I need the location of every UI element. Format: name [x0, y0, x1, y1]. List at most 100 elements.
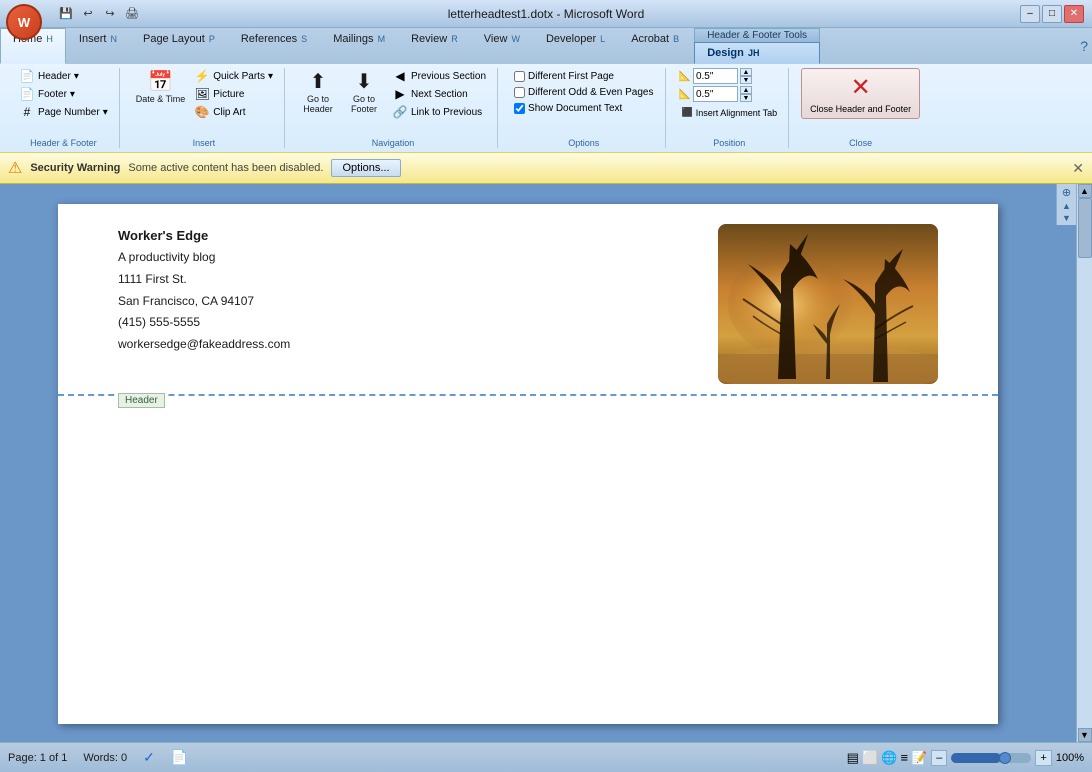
page-number-button[interactable]: # Page Number ▾ [16, 104, 111, 120]
security-options-button[interactable]: Options... [331, 159, 400, 177]
office-button[interactable]: W [6, 4, 42, 40]
tab-page-layout[interactable]: Page Layout P [130, 28, 228, 64]
document-header: Worker's Edge A productivity blog 1111 F… [58, 204, 998, 396]
footer-position-spinner: ▲ ▼ [740, 86, 752, 102]
header-position-spinner: ▲ ▼ [740, 68, 752, 84]
status-right: ▤ ⬜ 🌐 ≡ 📝 – + 100% [847, 750, 1084, 766]
zoom-slider[interactable] [951, 753, 1031, 763]
city: San Francisco, CA 94107 [118, 291, 290, 313]
scroll-up-button[interactable]: ▲ [1078, 184, 1092, 198]
go-to-header-button[interactable]: ⬆ Go toHeader [297, 68, 339, 116]
title-bar: W 💾 ↩ ↪ 🖨 letterheadtest1.dotx - Microso… [0, 0, 1092, 28]
header-image [718, 224, 938, 384]
status-bar: Page: 1 of 1 Words: 0 ✓ 📄 ▤ ⬜ 🌐 ≡ 📝 – + … [0, 742, 1092, 772]
close-header-footer-button[interactable]: ✕ Close Header and Footer [801, 68, 920, 119]
link-to-previous-button[interactable]: 🔗 Link to Previous [389, 104, 489, 120]
tab-developer[interactable]: Developer L [533, 28, 618, 64]
ribbon-tabs: Home H Insert N Page Layout P References… [0, 28, 1092, 64]
header-text-block: Worker's Edge A productivity blog 1111 F… [118, 224, 290, 355]
fullscreen-button[interactable]: ⬜ [862, 750, 878, 765]
close-button[interactable]: ✕ [1064, 5, 1084, 23]
tab-mailings[interactable]: Mailings M [320, 28, 398, 64]
scroll-down-button[interactable]: ▼ [1078, 728, 1092, 742]
footer-button[interactable]: 📄 Footer ▾ [16, 86, 111, 102]
next-page-button[interactable]: ▼ [1062, 213, 1071, 223]
outline-button[interactable]: ≡ [900, 750, 908, 765]
go-to-footer-button[interactable]: ⬇ Go toFooter [343, 68, 385, 116]
prev-section-button[interactable]: ◀ Previous Section [389, 68, 489, 84]
proofing-button[interactable]: ✓ [143, 749, 155, 766]
next-section-button[interactable]: ▶ Next Section [389, 86, 489, 102]
group-options: Different First Page Different Odd & Eve… [502, 68, 666, 148]
minimize-button[interactable]: – [1020, 5, 1040, 23]
document-page: Worker's Edge A productivity blog 1111 F… [58, 204, 998, 724]
quick-parts-button[interactable]: ⚡ Quick Parts ▾ [191, 68, 276, 84]
print-button[interactable]: 🖨 [122, 5, 142, 23]
company-name: Worker's Edge [118, 224, 290, 247]
right-toolbar: ⊕ ▲ ▼ [1056, 184, 1076, 225]
window-title: letterheadtest1.dotx - Microsoft Word [448, 7, 645, 21]
word-count: Words: 0 [83, 752, 127, 764]
vertical-scrollbar[interactable]: ▲ ▼ [1076, 184, 1092, 742]
document-body[interactable] [58, 396, 998, 696]
security-bar: ⚠ Security Warning Some active content h… [0, 152, 1092, 184]
tab-insert[interactable]: Insert N [66, 28, 130, 64]
address: 1111 First St. [118, 269, 290, 291]
scroll-thumb[interactable] [1078, 198, 1092, 258]
undo-button[interactable]: ↩ [78, 5, 98, 23]
tab-acrobat[interactable]: Acrobat B [618, 28, 692, 64]
header-label-tag: Header [118, 393, 165, 408]
zoom-minus-button[interactable]: – [931, 750, 947, 766]
footer-pos-up[interactable]: ▲ [740, 86, 752, 94]
prev-page-button[interactable]: ▲ [1062, 201, 1071, 211]
header-pos-up[interactable]: ▲ [740, 68, 752, 76]
document-area: ▲ ▼ ⊕ ▲ ▼ Worker's Edge A productivity b… [0, 184, 1092, 742]
picture-button[interactable]: 🖼 Picture [191, 86, 276, 102]
group-header-footer: 📄 Header ▾ 📄 Footer ▾ # Page Number ▾ [8, 68, 120, 148]
show-doc-text-checkbox[interactable]: Show Document Text [512, 102, 655, 115]
page-count: Page: 1 of 1 [8, 752, 67, 764]
nav-buttons: ⬆ Go toHeader ⬇ Go toFooter ◀ Previous S… [297, 68, 489, 120]
group-position: 📐 ▲ ▼ 📐 ▲ ▼ ⬛ Inse [670, 68, 789, 148]
email: workersedge@fakeaddress.com [118, 334, 290, 356]
quick-access-toolbar: 💾 ↩ ↪ 🖨 [56, 5, 142, 23]
tab-view[interactable]: View W [471, 28, 533, 64]
clip-art-button[interactable]: 🎨 Clip Art [191, 104, 276, 120]
header-pos-down[interactable]: ▼ [740, 76, 752, 84]
zoom-plus-button[interactable]: + [1035, 750, 1051, 766]
diff-first-page-checkbox[interactable]: Different First Page [512, 70, 655, 83]
security-close-button[interactable]: ✕ [1072, 160, 1084, 177]
diff-odd-even-checkbox[interactable]: Different Odd & Even Pages [512, 86, 655, 99]
header-button[interactable]: 📄 Header ▾ [16, 68, 111, 84]
date-time-button[interactable]: 📅 Date & Time [132, 68, 190, 106]
print-layout-button[interactable]: ▤ [847, 750, 859, 765]
footer-position-input[interactable] [693, 86, 738, 102]
tab-review[interactable]: Review R [398, 28, 471, 64]
window-controls: – □ ✕ [1020, 5, 1084, 23]
tagline: A productivity blog [118, 247, 290, 269]
draft-button[interactable]: 📝 [911, 750, 927, 765]
ribbon-content: 📄 Header ▾ 📄 Footer ▾ # Page Number ▾ [0, 64, 1092, 152]
footer-pos-down[interactable]: ▼ [740, 94, 752, 102]
save-button[interactable]: 💾 [56, 5, 76, 23]
header-position-input[interactable] [693, 68, 738, 84]
hf-buttons: 📄 Header ▾ 📄 Footer ▾ # Page Number ▾ [16, 68, 111, 120]
group-close: ✕ Close Header and Footer Close [793, 68, 928, 148]
view-buttons: ▤ ⬜ 🌐 ≡ 📝 [847, 750, 928, 766]
browse-object-button[interactable]: ⊕ [1062, 186, 1071, 199]
web-layout-button[interactable]: 🌐 [881, 750, 897, 765]
maximize-button[interactable]: □ [1042, 5, 1062, 23]
document-view-button[interactable]: 📄 [171, 749, 188, 766]
insert-alignment-tab-button[interactable]: ⬛ Insert Alignment Tab [678, 106, 780, 119]
close-x-icon: ✕ [851, 73, 871, 102]
zoom-level: 100% [1056, 752, 1084, 764]
group-insert: 📅 Date & Time ⚡ Quick Parts ▾ 🖼 Picture … [124, 68, 285, 148]
group-navigation: ⬆ Go toHeader ⬇ Go toFooter ◀ Previous S… [289, 68, 498, 148]
scroll-track[interactable] [1078, 198, 1092, 728]
redo-button[interactable]: ↪ [100, 5, 120, 23]
help-button[interactable]: ? [1080, 38, 1088, 54]
security-warning-icon: ⚠ [8, 158, 22, 178]
tab-design[interactable]: Design JH [694, 42, 820, 64]
tab-references[interactable]: References S [228, 28, 320, 64]
security-warning-message: Some active content has been disabled. [128, 162, 323, 174]
